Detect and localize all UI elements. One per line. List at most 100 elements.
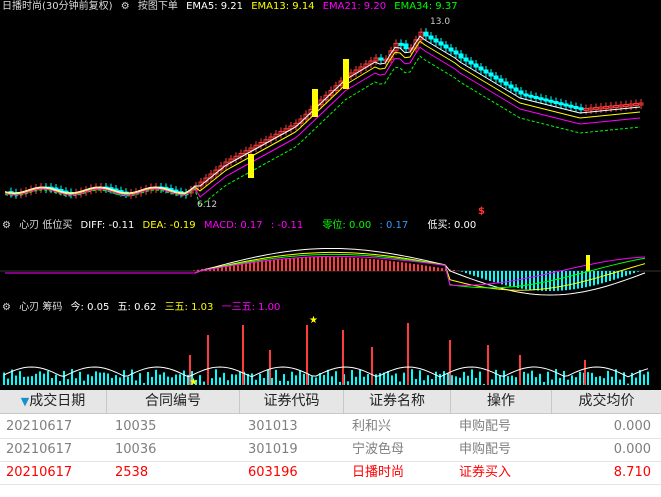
candle-body [513, 87, 519, 92]
ema34-value: EMA34: 9.37 [394, 1, 458, 12]
trade-records-table: ▼成交日期 合同编号 证券代码 证券名称 操作 成交均价 20210617 100… [0, 390, 661, 497]
indicator-name[interactable]: 心刃 低位买 [19, 220, 72, 231]
price-chart-header: 日播时尚(30分钟前复权) ⚙ 按图下单 EMA5: 9.21 EMA13: 9… [2, 0, 463, 14]
candle-body [558, 102, 564, 106]
low-buy-value: 低买: 0.00 [427, 220, 477, 231]
ema34-line [4, 55, 641, 207]
candle-body [438, 41, 444, 46]
candle-body [543, 98, 549, 102]
table-cell: 0.000 [613, 442, 651, 457]
candle-body [518, 90, 524, 95]
candle-body [548, 99, 554, 103]
ema13-line [4, 40, 641, 195]
star-icon: ★ [309, 315, 318, 326]
candle-body [463, 57, 469, 62]
header-operation[interactable]: 操作 [451, 390, 552, 413]
candle-body [483, 69, 489, 74]
signal-bar [248, 154, 254, 178]
gear-icon[interactable]: ⚙ [2, 302, 11, 313]
table-header-row: ▼成交日期 合同编号 证券代码 证券名称 操作 成交均价 [0, 390, 661, 414]
table-cell: 20210617 [6, 419, 73, 434]
table-cell: 宁波色母 [352, 442, 405, 457]
header-contract-no[interactable]: 合同编号 [107, 390, 240, 413]
candle-body [448, 47, 454, 52]
one-three-five-value: 一三五: 1.00 [221, 302, 281, 313]
order-mode-label[interactable]: 按图下单 [138, 1, 178, 12]
candle-body [478, 66, 484, 71]
five-value: 五: 0.62 [117, 302, 157, 313]
header-security-code[interactable]: 证券代码 [240, 390, 344, 413]
candle-body [578, 107, 584, 111]
gear-icon[interactable]: ⚙ [2, 220, 11, 231]
table-row[interactable]: 20210617 2538 603196 日播时尚 证券买入 8.710 [0, 461, 661, 485]
candle-body [523, 93, 529, 97]
candle-body [488, 72, 494, 77]
candle-body [508, 84, 514, 89]
ema5-line [4, 35, 641, 194]
ema21-value: EMA21: 9.20 [322, 1, 387, 12]
table-cell: 301019 [248, 442, 298, 457]
table-cell: 申购配号 [459, 442, 512, 457]
table-cell: 证券买入 [459, 465, 512, 480]
macd-secondary-value: : -0.11 [270, 220, 304, 231]
candle-body [568, 104, 574, 108]
candle-body [538, 97, 544, 101]
indicator-name[interactable]: 心刃 筹码 [19, 302, 62, 313]
candle-body [398, 42, 404, 46]
table-cell: 20210617 [6, 442, 73, 457]
gear-icon[interactable]: ⚙ [121, 1, 130, 12]
dea-value: DEA: -0.19 [142, 220, 196, 231]
candle-body [573, 106, 579, 109]
blue-value: : 0.17 [379, 220, 409, 231]
price-chart-canvas [4, 28, 644, 207]
header-avg-price[interactable]: 成交均价 [552, 390, 661, 413]
table-cell: 603196 [248, 465, 298, 480]
ema5-value: EMA5: 9.21 [186, 1, 244, 12]
candle-body [423, 31, 429, 37]
header-security-name[interactable]: 证券名称 [344, 390, 451, 413]
table-cell: 10035 [115, 419, 157, 434]
stock-title: 日播时尚(30分钟前复权) [2, 1, 113, 12]
table-cell: 申购配号 [459, 419, 512, 434]
candle-body [443, 44, 449, 49]
macd-header: ⚙ 心刃 低位买 DIFF: -0.11 DEA: -0.19 MACD: 0.… [2, 219, 481, 233]
chips-canvas: ★★ [3, 315, 649, 388]
candle-body [503, 81, 509, 86]
table-cell: 日播时尚 [352, 465, 405, 480]
candle-body [378, 57, 384, 61]
chips-header: ⚙ 心刃 筹码 今: 0.05 五: 0.62 三五: 1.03 一三五: 1.… [2, 301, 285, 315]
header-trade-date[interactable]: ▼成交日期 [0, 390, 107, 413]
table-row[interactable]: 20210617 10035 301013 利和兴 申购配号 0.000 [0, 415, 661, 439]
candle-body [533, 96, 539, 99]
diff-value: DIFF: -0.11 [80, 220, 135, 231]
candle-body [403, 43, 409, 50]
signal-bar [343, 59, 349, 89]
macd-panel[interactable]: ⚙ 心刃 低位买 DIFF: -0.11 DEA: -0.19 MACD: 0.… [0, 219, 661, 302]
three-five-value: 三五: 1.03 [164, 302, 214, 313]
zero-level-value: 零位: 0.00 [322, 220, 372, 231]
high-price-label: 13.0 [430, 17, 451, 27]
candle-body [493, 75, 499, 80]
chips-panel[interactable]: ⚙ 心刃 筹码 今: 0.05 五: 0.62 三五: 1.03 一三五: 1.… [0, 301, 661, 390]
price-chart-panel[interactable]: 日播时尚(30分钟前复权) ⚙ 按图下单 EMA5: 9.21 EMA13: 9… [0, 0, 661, 220]
candle-body [468, 60, 474, 65]
ema13-value: EMA13: 9.14 [251, 1, 315, 12]
candle-body [553, 101, 559, 104]
macd-value: MACD: 0.17 [203, 220, 263, 231]
table-cell: 301013 [248, 419, 298, 434]
candle-body [563, 103, 569, 107]
candle-body [458, 53, 464, 59]
candle-body [433, 38, 439, 43]
low-buy-signal [586, 255, 590, 271]
ema21-line [4, 46, 641, 198]
star-icon: ★ [189, 377, 198, 388]
candle-body [498, 78, 504, 83]
table-cell: 8.710 [613, 465, 651, 480]
dollar-marker: $ [478, 206, 485, 217]
table-cell: 2538 [115, 465, 149, 480]
table-cell: 0.000 [613, 419, 651, 434]
candle-body [453, 50, 459, 55]
sort-triangle-icon[interactable]: ▼ [21, 395, 29, 408]
table-row[interactable]: 20210617 10036 301019 宁波色母 申购配号 0.000 [0, 438, 661, 462]
table-cell: 利和兴 [352, 419, 392, 434]
